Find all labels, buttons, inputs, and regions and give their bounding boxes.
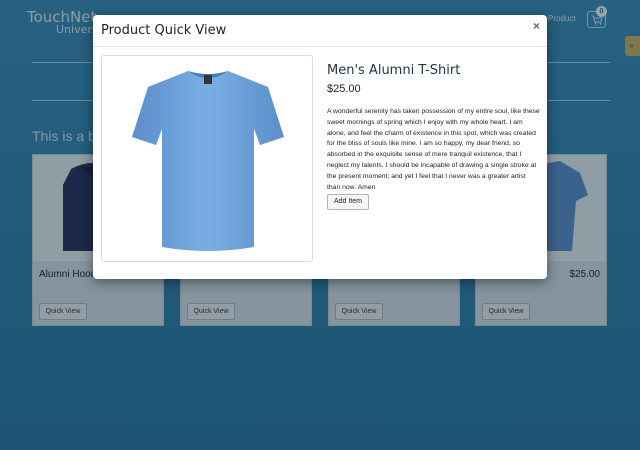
- tshirt-image: [132, 71, 284, 251]
- quick-view-modal: Product Quick View × Men's Alumni T-Shir…: [93, 15, 547, 279]
- close-icon[interactable]: ×: [533, 19, 540, 33]
- add-item-button[interactable]: Add Item: [327, 194, 369, 210]
- product-title: Men's Alumni T-Shirt: [327, 63, 461, 78]
- modal-divider: [93, 46, 547, 47]
- product-price: $25.00: [327, 83, 361, 95]
- product-description: A wonderful serenity has taken possessio…: [327, 108, 540, 191]
- product-photo: [101, 55, 313, 262]
- modal-title: Product Quick View: [101, 23, 227, 38]
